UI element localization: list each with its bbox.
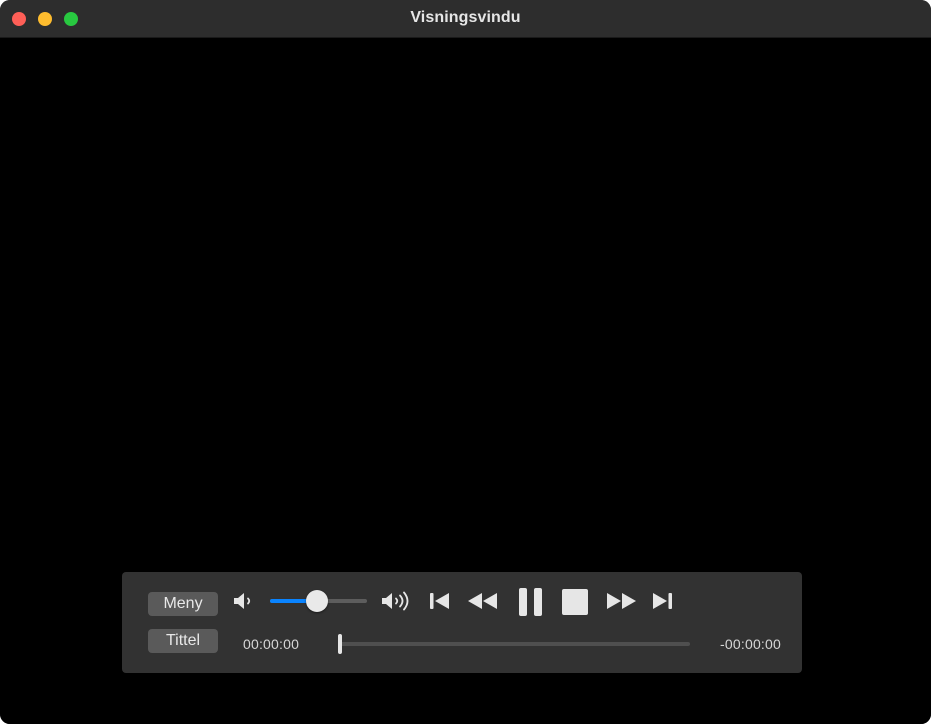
playback-scrubber[interactable] [338, 634, 690, 654]
fast-forward-icon[interactable] [604, 590, 638, 612]
skip-forward-icon[interactable] [650, 590, 674, 612]
window-title: Visningsvindu [410, 9, 521, 26]
dvd-player-window: Visningsvindu Meny Tittel 00:00:00 -00:0… [0, 0, 931, 724]
remaining-time: -00:00:00 [720, 636, 781, 652]
speaker-high-icon[interactable] [380, 589, 412, 613]
title-button[interactable]: Tittel [148, 629, 218, 653]
pause-icon[interactable] [516, 586, 546, 618]
skip-back-icon[interactable] [428, 590, 452, 612]
elapsed-time: 00:00:00 [243, 636, 300, 652]
volume-slider[interactable] [270, 590, 367, 612]
speaker-low-icon[interactable] [232, 590, 258, 612]
title-bar[interactable]: Visningsvindu [0, 0, 931, 38]
volume-slider-knob[interactable] [305, 590, 328, 612]
menu-button[interactable]: Meny [148, 592, 218, 616]
stop-icon[interactable] [561, 588, 589, 616]
playback-scrubber-thumb[interactable] [338, 634, 342, 654]
rewind-icon[interactable] [466, 590, 500, 612]
playback-controller: Meny Tittel 00:00:00 -00:00:00 [122, 572, 802, 673]
